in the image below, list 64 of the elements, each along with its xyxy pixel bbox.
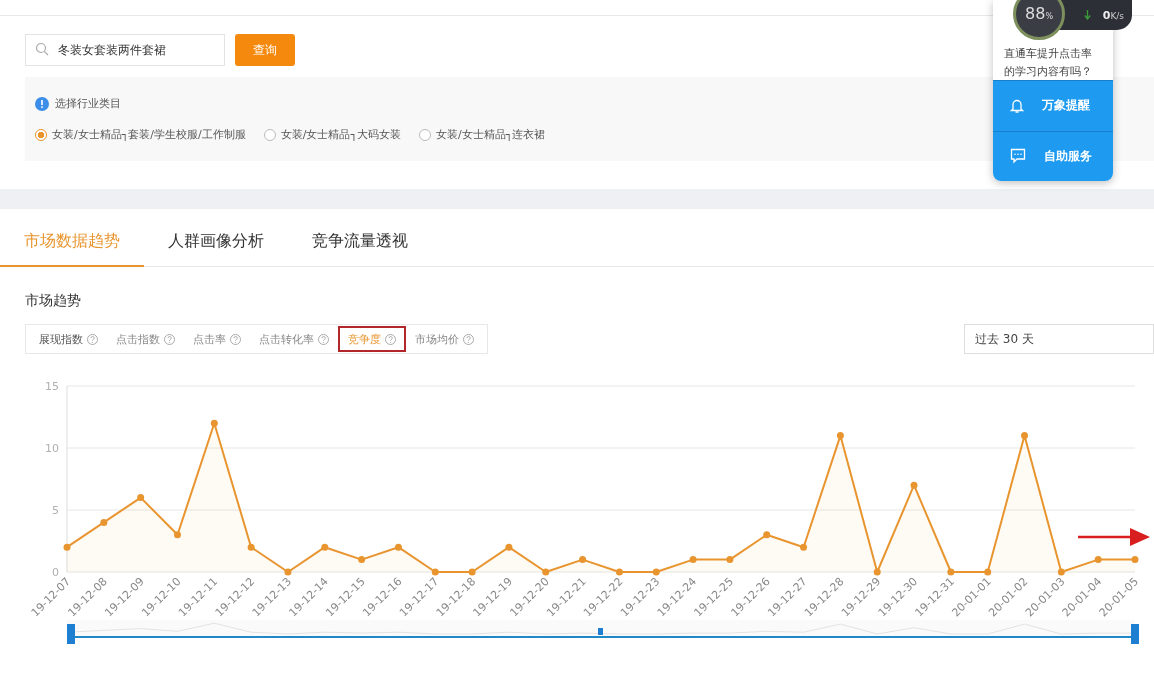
data-point bbox=[174, 531, 181, 539]
metric-tab[interactable]: 市场均价 bbox=[406, 326, 483, 352]
data-point bbox=[984, 568, 992, 576]
period-select[interactable]: 过去 30 天 bbox=[964, 324, 1154, 354]
data-point bbox=[836, 432, 844, 440]
data-point bbox=[1021, 432, 1028, 440]
axis-tick-label: 15 bbox=[45, 380, 59, 393]
axis-tick-label: 0 bbox=[52, 566, 59, 579]
category-title: 选择行业类目 bbox=[55, 96, 121, 111]
data-point bbox=[137, 494, 145, 502]
bell-icon bbox=[1010, 97, 1024, 114]
help-icon bbox=[318, 333, 329, 345]
data-point bbox=[542, 568, 550, 576]
tab[interactable]: 竞争流量透视 bbox=[288, 217, 432, 267]
data-point bbox=[394, 543, 402, 551]
help-icon bbox=[463, 333, 474, 345]
data-point bbox=[358, 556, 366, 564]
data-point bbox=[63, 543, 71, 551]
data-point bbox=[726, 556, 734, 564]
data-point bbox=[763, 531, 771, 539]
speed-value: 0K/s bbox=[1102, 8, 1124, 22]
data-point bbox=[321, 543, 329, 551]
metric-tab[interactable]: 点击转化率 bbox=[250, 326, 338, 352]
help-icon bbox=[385, 333, 396, 345]
data-point bbox=[1094, 556, 1102, 564]
category-radio[interactable]: 女装/女士精品┐套装/学生校服/工作制服 bbox=[35, 127, 246, 142]
info-icon bbox=[35, 96, 49, 111]
data-point bbox=[615, 568, 623, 576]
help-icon bbox=[230, 333, 241, 345]
help-icon bbox=[164, 333, 175, 345]
data-point bbox=[247, 543, 255, 551]
data-point bbox=[910, 481, 918, 489]
section-title: 市场趋势 bbox=[25, 292, 82, 310]
data-point bbox=[468, 568, 476, 576]
data-point bbox=[579, 556, 587, 564]
tab[interactable]: 人群画像分析 bbox=[144, 217, 288, 267]
data-point bbox=[431, 568, 439, 576]
data-point bbox=[652, 568, 660, 576]
data-point bbox=[505, 543, 513, 551]
range-slider[interactable] bbox=[66, 620, 1139, 644]
category-radio[interactable]: 女装/女士精品┐大码女装 bbox=[263, 127, 402, 142]
metric-tab[interactable]: 点击指数 bbox=[107, 326, 184, 352]
gauge-value: 88% bbox=[1025, 4, 1053, 23]
down-arrow-icon bbox=[1083, 10, 1091, 20]
question-text[interactable]: 直通车提升点击率的学习内容有吗？ bbox=[993, 45, 1113, 80]
metric-tab[interactable]: 点击率 bbox=[184, 326, 250, 352]
data-point bbox=[800, 543, 808, 551]
category-radio[interactable]: 女装/女士精品┐连衣裙 bbox=[419, 127, 546, 142]
data-point bbox=[1131, 556, 1139, 564]
metric-tab[interactable]: 展现指数 bbox=[30, 326, 107, 352]
data-point bbox=[284, 568, 292, 576]
data-point bbox=[1057, 568, 1065, 576]
data-point bbox=[947, 568, 955, 576]
chat-icon bbox=[1010, 148, 1026, 165]
data-point bbox=[100, 518, 108, 526]
axis-tick-label: 5 bbox=[52, 504, 59, 517]
data-point bbox=[210, 419, 218, 427]
data-point bbox=[873, 568, 881, 576]
data-point bbox=[689, 556, 697, 564]
help-icon bbox=[87, 333, 98, 345]
axis-tick-label: 10 bbox=[45, 442, 59, 455]
search-icon bbox=[35, 42, 49, 56]
arrow-annotation bbox=[1078, 528, 1150, 546]
search-field[interactable]: 冬装女套装两件套裙 bbox=[25, 34, 225, 66]
